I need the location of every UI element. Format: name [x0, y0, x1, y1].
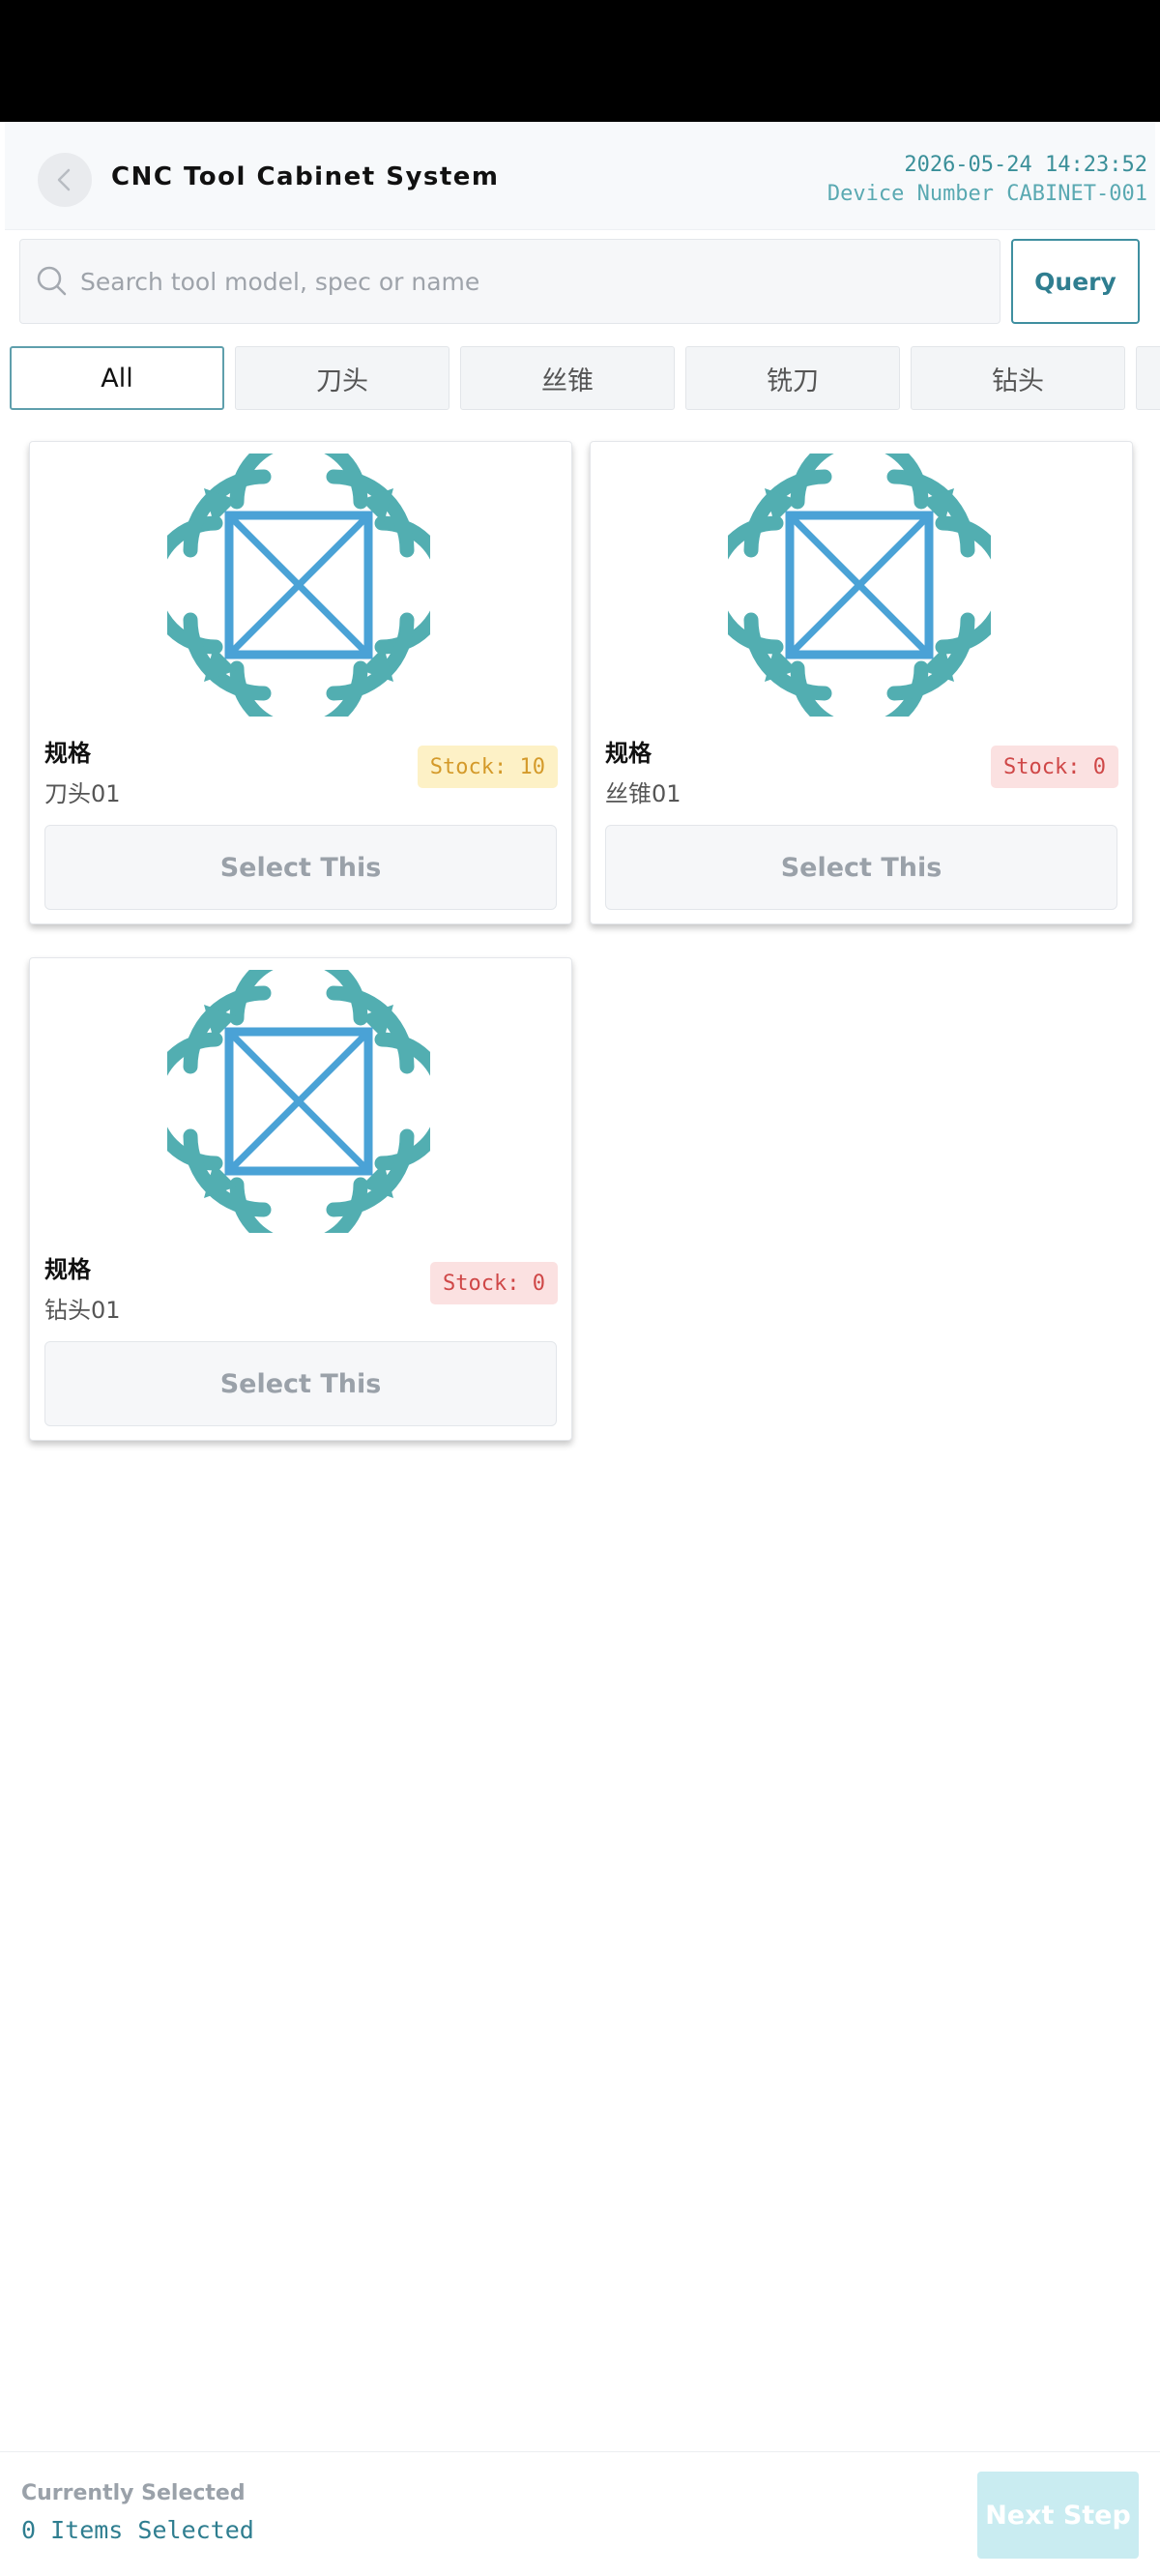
- search-input[interactable]: [80, 240, 989, 323]
- tool-name: 刀头01: [44, 780, 121, 807]
- stock-badge: Stock: 0: [430, 1262, 558, 1304]
- selected-count: 0 Items Selected: [21, 2516, 254, 2544]
- tab-milling-cutter[interactable]: 铣刀: [685, 346, 900, 410]
- tab-cutter-head[interactable]: 刀头: [235, 346, 450, 410]
- search-box[interactable]: [19, 239, 1000, 324]
- select-button[interactable]: Select This: [605, 825, 1117, 910]
- search-icon: [37, 266, 67, 296]
- query-button[interactable]: Query: [1011, 239, 1140, 324]
- select-button[interactable]: Select This: [44, 1341, 557, 1426]
- tool-name: 钻头01: [44, 1297, 121, 1324]
- tab-drill[interactable]: 钻头: [911, 346, 1125, 410]
- selected-label: Currently Selected: [21, 2481, 246, 2505]
- spec-label: 规格: [44, 740, 91, 767]
- tool-card: 规格 钻头01 Stock: 0 Select This: [29, 957, 572, 1441]
- app-header: CNC Tool Cabinet System 2026-05-24 14:23…: [5, 122, 1155, 230]
- tab-more[interactable]: [1136, 346, 1160, 410]
- tool-logo-icon: [167, 970, 430, 1233]
- back-button[interactable]: [38, 153, 92, 207]
- tool-name: 丝锥01: [605, 780, 682, 807]
- next-step-button[interactable]: Next Step: [977, 2472, 1139, 2559]
- device-number-text: Device Number CABINET-001: [826, 182, 1147, 206]
- datetime-text: 2026-05-24 14:23:52: [904, 153, 1147, 177]
- tool-card: 规格 刀头01 Stock: 10 Select This: [29, 441, 572, 924]
- page-title: CNC Tool Cabinet System: [111, 162, 500, 191]
- tool-card: 规格 丝锥01 Stock: 0 Select This: [590, 441, 1133, 924]
- select-button[interactable]: Select This: [44, 825, 557, 910]
- spec-label: 规格: [44, 1256, 91, 1283]
- stock-badge: Stock: 10: [417, 746, 558, 788]
- status-bar: [0, 0, 1160, 122]
- chevron-left-icon: [57, 168, 71, 191]
- tab-tap[interactable]: 丝锥: [460, 346, 675, 410]
- footer-bar: Currently Selected 0 Items Selected Next…: [0, 2451, 1160, 2576]
- spec-label: 规格: [605, 740, 652, 767]
- stock-badge: Stock: 0: [991, 746, 1118, 788]
- tool-logo-icon: [728, 454, 991, 717]
- tool-logo-icon: [167, 454, 430, 717]
- header-info: 2026-05-24 14:23:52 Device Number CABINE…: [827, 151, 1147, 209]
- category-tabs: All 刀头 丝锥 铣刀 钻头: [10, 346, 1160, 410]
- tab-all[interactable]: All: [10, 346, 224, 410]
